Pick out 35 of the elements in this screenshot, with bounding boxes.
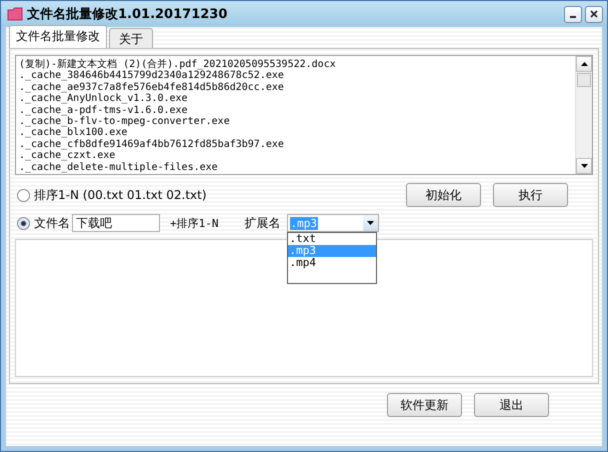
file-list-item[interactable]: (复制)-新建文本文档 (2)(合并).pdf_20210205095539522.docx: [19, 59, 575, 70]
scrollbar[interactable]: [575, 56, 592, 174]
file-list-item[interactable]: ._cache_384646b4415799d2340a129248678c52.exe: [19, 70, 575, 82]
close-button[interactable]: [585, 6, 603, 22]
tab[interactable]: 关于: [109, 28, 153, 48]
file-list-item[interactable]: ._cache_czxt.exe: [19, 150, 575, 162]
dropdown-option[interactable]: .mp4: [288, 257, 376, 269]
close-icon: [590, 10, 598, 18]
file-list-item[interactable]: ._cache_ae937c7a8fe576eb4fe814d5b86d20cc.exe: [19, 82, 575, 94]
folder-icon: [7, 7, 23, 21]
action-button[interactable]: 初始化: [406, 183, 481, 207]
scroll-up-icon[interactable]: [576, 56, 592, 72]
filename-field[interactable]: 下载吧: [72, 214, 160, 232]
file-list-item[interactable]: ._cache_delete-multiple-files.exe: [19, 162, 575, 173]
scroll-down-icon[interactable]: [576, 158, 592, 174]
action-button[interactable]: 执行: [493, 183, 568, 207]
dropdown-option[interactable]: .txt: [288, 233, 376, 245]
file-list-item[interactable]: ._cache_cfb8dfe91469af4bb7612fd85baf3b97.exe: [19, 138, 575, 150]
radio-button[interactable]: [17, 216, 30, 230]
footer-button[interactable]: 退出: [474, 393, 549, 417]
radio-label: 文件名: [34, 214, 70, 232]
file-list-item[interactable]: ._cache_AnyUnlock_v1.3.0.exe: [19, 93, 575, 105]
radio-label: 排序1-N (00.txt 01.txt 02.txt): [34, 186, 207, 204]
file-list-item[interactable]: ._cache_b-flv-to-mpeg-converter.exe: [19, 116, 575, 128]
footer-button[interactable]: 软件更新: [387, 393, 462, 417]
window-title: 文件名批量修改1.01.20171230: [27, 6, 228, 23]
minimize-button[interactable]: [564, 6, 582, 22]
suffix-label: +排序1-N: [170, 216, 218, 230]
radio-button[interactable]: [17, 188, 30, 202]
tab[interactable]: 文件名批量修改: [9, 25, 107, 48]
scroll-thumb[interactable]: [577, 73, 591, 87]
extension-label: 扩展名: [244, 214, 280, 232]
file-list-item[interactable]: ._cache_blx100.exe: [19, 127, 575, 139]
dropdown-value: .mp3: [290, 216, 318, 230]
file-list-item[interactable]: ._cache_a-pdf-tms-v1.6.0.exe: [19, 104, 575, 116]
